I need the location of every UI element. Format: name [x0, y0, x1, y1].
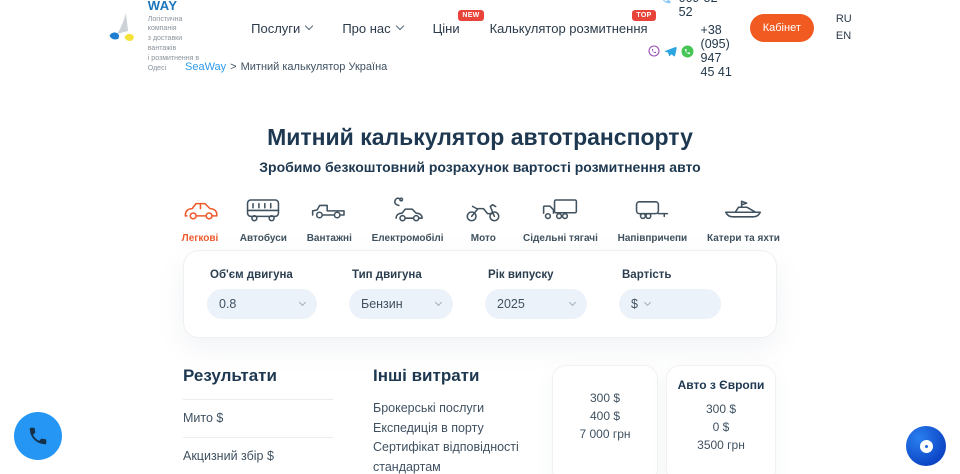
field-engine-volume: Об'єм двигуна 0.8 — [207, 269, 317, 337]
field-label: Рік випуску — [488, 269, 587, 281]
chevron-down-icon — [569, 299, 576, 306]
top-badge: TOP — [632, 10, 655, 21]
breadcrumb-home-link[interactable]: SeaWay — [185, 61, 226, 73]
new-badge: NEW — [458, 10, 483, 21]
tab-semi-trucks[interactable]: Сідельні тягачі — [523, 196, 598, 244]
calculator-form-card: Об'єм двигуна 0.8 Тип двигуна Бензин Рік… — [183, 250, 777, 338]
motorcycle-icon — [463, 196, 503, 224]
tab-cars[interactable]: Легкові — [180, 196, 220, 244]
currency-cost-input[interactable]: $ — [619, 289, 721, 319]
results-section: Результати Мито $ Акцизний збір $ Інші в… — [183, 362, 777, 474]
price-value: 300 $ — [667, 400, 775, 418]
breadcrumb: SeaWay>Митний калькулятор Україна — [185, 61, 387, 73]
phone-number-1[interactable]: +38 (067) 009-52-52 — [679, 0, 734, 19]
price-card-europe: Авто з Європи 300 $ 0 $ 3500 грн — [666, 365, 776, 474]
engine-volume-select[interactable]: 0.8 — [207, 289, 317, 319]
chevron-down-icon — [395, 22, 403, 30]
nav-item-customs-calculator[interactable]: Калькулятор розмитнення TOP — [490, 21, 648, 36]
other-cost-item: Брокерські послуги — [373, 399, 565, 419]
engine-type-select[interactable]: Бензин — [349, 289, 453, 319]
other-costs-column: Інші витрати Брокерські послуги Експедиц… — [373, 366, 565, 474]
chevron-down-icon — [644, 299, 651, 306]
field-engine-type: Тип двигуна Бензин — [349, 269, 453, 337]
phone-icon — [659, 0, 672, 5]
price-value: 400 $ — [553, 407, 657, 425]
tab-trucks[interactable]: Вантажні — [307, 196, 352, 244]
price-value: 7 000 грн — [553, 425, 657, 443]
call-floating-button[interactable] — [14, 412, 62, 460]
semi-truck-icon — [540, 196, 580, 224]
chat-bubble-icon — [920, 440, 933, 453]
field-label: Об'єм двигуна — [210, 269, 317, 281]
tab-boats-yachts[interactable]: Катери та яхти — [707, 196, 780, 244]
chevron-down-icon — [299, 299, 306, 306]
page-subtitle: Зробимо безкоштовний розрахунок вартості… — [0, 159, 960, 175]
other-costs-title: Інші витрати — [373, 366, 565, 386]
viber-icon[interactable] — [648, 45, 660, 57]
other-cost-item: Сертифікат відповідності стандартам — [373, 438, 565, 474]
phone-row-2: +38 (095) 947 45 41 — [648, 23, 734, 79]
page: SEA WAY Логістична компанія з доставки в… — [0, 0, 960, 474]
results-column: Результати Мито $ Акцизний збір $ — [183, 366, 333, 474]
page-title: Митний калькулятор автотранспорту — [0, 124, 960, 151]
price-card-title: Авто з Європи — [667, 376, 775, 394]
tab-buses[interactable]: Автобуси — [240, 196, 287, 244]
main-nav: Послуги Про нас Ціни NEW Калькулятор роз… — [251, 21, 647, 36]
tab-moto[interactable]: Мото — [463, 196, 503, 244]
electric-car-icon — [388, 196, 428, 224]
telegram-icon[interactable] — [664, 45, 677, 58]
lang-en[interactable]: EN — [836, 28, 852, 45]
result-item-duty: Мито $ — [183, 399, 333, 437]
price-value: 3500 грн — [667, 436, 775, 454]
field-label: Вартість — [622, 269, 721, 281]
cabinet-button[interactable]: Кабінет — [750, 14, 814, 42]
breadcrumb-current: Митний калькулятор Україна — [241, 61, 388, 73]
price-card-other-costs: 300 $ 400 $ 7 000 грн — [552, 365, 658, 474]
vehicle-type-tabs: Легкові Автобуси Вантажні — [180, 196, 780, 244]
result-item-excise: Акцизний збір $ — [183, 437, 333, 474]
year-select[interactable]: 2025 — [485, 289, 587, 319]
logo-title: SEA WAY — [148, 0, 201, 13]
whatsapp-icon[interactable] — [681, 45, 694, 58]
results-list: Мито $ Акцизний збір $ — [183, 399, 333, 474]
tab-semi-trailers[interactable]: Напівпричепи — [618, 196, 688, 244]
car-icon — [180, 196, 220, 224]
results-title: Результати — [183, 366, 333, 386]
seaway-boat-icon — [108, 7, 141, 49]
lang-ru[interactable]: RU — [836, 11, 852, 28]
trailer-icon — [632, 196, 672, 224]
yacht-icon — [723, 196, 763, 224]
chat-widget-button[interactable] — [906, 426, 946, 466]
price-value: 0 $ — [667, 418, 775, 436]
phone-number-2[interactable]: +38 (095) 947 45 41 — [701, 23, 734, 79]
phone-icon — [27, 425, 49, 447]
field-cost: Вартість $ — [619, 269, 721, 337]
other-cost-item: Експедиція в порту — [373, 419, 565, 439]
pickup-truck-icon — [309, 196, 349, 224]
header: SEA WAY Логістична компанія з доставки в… — [0, 0, 960, 56]
nav-item-services[interactable]: Послуги — [251, 21, 312, 36]
nav-item-prices[interactable]: Ціни NEW — [433, 21, 460, 36]
price-value: 300 $ — [553, 389, 657, 407]
bus-icon — [243, 196, 283, 224]
chevron-down-icon — [435, 299, 442, 306]
tab-electric-cars[interactable]: Електромобілі — [372, 196, 444, 244]
field-label: Тип двигуна — [352, 269, 453, 281]
header-contacts: +38 (067) 009-52-52 — [648, 0, 734, 79]
field-year: Рік випуску 2025 — [485, 269, 587, 337]
nav-item-about[interactable]: Про нас — [342, 21, 402, 36]
phone-row-1: +38 (067) 009-52-52 — [648, 0, 734, 19]
language-switcher: RU EN — [836, 11, 852, 45]
chevron-down-icon — [305, 22, 313, 30]
